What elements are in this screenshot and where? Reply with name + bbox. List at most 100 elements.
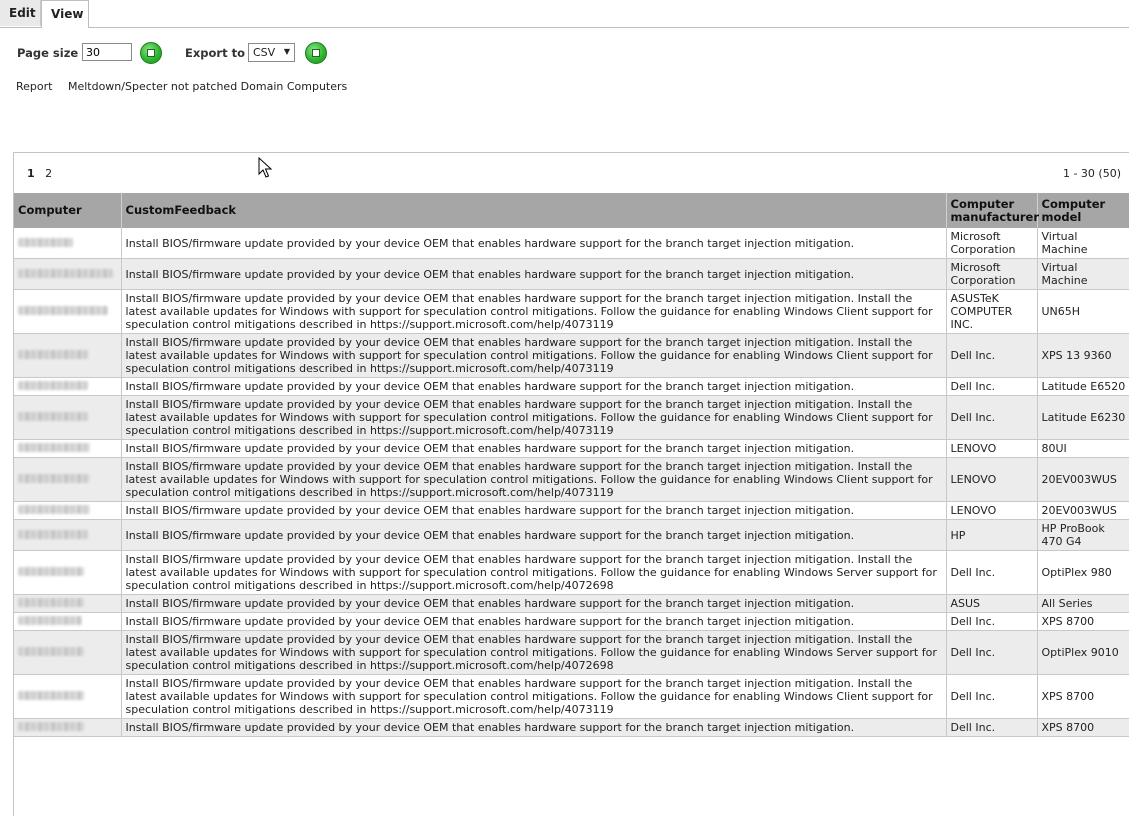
table-body: Install BIOS/firmware update provided by… — [14, 228, 1129, 737]
customfeedback-cell: Install BIOS/firmware update provided by… — [121, 612, 947, 631]
computer-cell — [14, 395, 122, 440]
redacted-computer-name — [18, 474, 90, 483]
column-header-manufacturer[interactable]: Computer manufacturer — [946, 193, 1039, 228]
manufacturer-cell: HP — [946, 519, 1038, 551]
report-label: Report — [16, 80, 53, 93]
manufacturer-cell: LENOVO — [946, 501, 1038, 520]
table-row[interactable]: Install BIOS/firmware update provided by… — [14, 718, 1129, 737]
computer-cell — [14, 258, 122, 290]
model-cell: XPS 8700 — [1037, 674, 1129, 719]
manufacturer-cell: Microsoft Corporation — [946, 258, 1038, 290]
customfeedback-cell: Install BIOS/firmware update provided by… — [121, 289, 947, 334]
table-row[interactable]: Install BIOS/firmware update provided by… — [14, 519, 1129, 551]
redacted-computer-name — [18, 722, 84, 731]
table-row[interactable]: Install BIOS/firmware update provided by… — [14, 550, 1129, 595]
customfeedback-cell: Install BIOS/firmware update provided by… — [121, 718, 947, 737]
model-cell: Latitude E6520 — [1037, 377, 1129, 396]
model-cell: All Series — [1037, 594, 1129, 613]
manufacturer-cell: LENOVO — [946, 457, 1038, 502]
page-link-1[interactable]: 1 — [27, 167, 35, 180]
export-label: Export to — [185, 46, 245, 60]
redacted-computer-name — [18, 306, 108, 315]
manufacturer-cell: ASUS — [946, 594, 1038, 613]
model-cell: HP ProBook 470 G4 — [1037, 519, 1129, 551]
customfeedback-cell: Install BIOS/firmware update provided by… — [121, 457, 947, 502]
go-button-icon — [147, 49, 155, 57]
pagination: 1 2 — [27, 167, 59, 180]
column-header-customfeedback[interactable]: CustomFeedback — [121, 193, 947, 228]
model-cell: 20EV003WUS — [1037, 501, 1129, 520]
computer-cell — [14, 718, 122, 737]
table-row[interactable]: Install BIOS/firmware update provided by… — [14, 501, 1129, 520]
computer-cell — [14, 501, 122, 520]
model-cell: OptiPlex 9010 — [1037, 630, 1129, 675]
customfeedback-cell: Install BIOS/firmware update provided by… — [121, 550, 947, 595]
customfeedback-cell: Install BIOS/firmware update provided by… — [121, 377, 947, 396]
manufacturer-cell: Dell Inc. — [946, 674, 1038, 719]
computer-cell — [14, 612, 122, 631]
redacted-computer-name — [18, 529, 88, 539]
manufacturer-cell: LENOVO — [946, 439, 1038, 458]
redacted-computer-name — [18, 647, 84, 656]
column-header-model[interactable]: Computer model — [1037, 193, 1129, 228]
table-row[interactable]: Install BIOS/firmware update provided by… — [14, 439, 1129, 458]
customfeedback-cell: Install BIOS/firmware update provided by… — [121, 439, 947, 458]
export-format-select[interactable]: CSV ▼ — [248, 43, 295, 62]
model-cell: 80UI — [1037, 439, 1129, 458]
report-grid-panel: 1 2 1 - 30 (50) Computer CustomFeedback … — [13, 152, 1129, 816]
mouse-pointer-icon — [258, 157, 273, 178]
table-header-row: Computer CustomFeedback Computer manufac… — [14, 193, 1129, 228]
tab-view[interactable]: View — [41, 0, 89, 28]
redacted-computer-name — [18, 412, 88, 421]
redacted-computer-name — [18, 381, 88, 390]
model-cell: Virtual Machine — [1037, 228, 1129, 259]
customfeedback-cell: Install BIOS/firmware update provided by… — [121, 594, 947, 613]
computer-cell — [14, 228, 122, 259]
table-row[interactable]: Install BIOS/firmware update provided by… — [14, 377, 1129, 396]
redacted-computer-name — [18, 443, 90, 452]
page-link-2[interactable]: 2 — [45, 167, 52, 180]
column-header-computer[interactable]: Computer — [14, 193, 122, 228]
page-size-label: Page size — [17, 46, 79, 60]
customfeedback-cell: Install BIOS/firmware update provided by… — [121, 228, 947, 259]
computer-cell — [14, 674, 122, 719]
redacted-computer-name — [18, 268, 113, 278]
page-size-input[interactable] — [82, 43, 132, 61]
redacted-computer-name — [18, 505, 90, 514]
customfeedback-cell: Install BIOS/firmware update provided by… — [121, 333, 947, 378]
manufacturer-cell: Dell Inc. — [946, 630, 1038, 675]
table-row[interactable]: Install BIOS/firmware update provided by… — [14, 289, 1129, 334]
tab-bar: Edit View — [0, 0, 1129, 28]
model-cell: UN65H — [1037, 289, 1129, 334]
table-row[interactable]: Install BIOS/firmware update provided by… — [14, 258, 1129, 290]
table-row[interactable]: Install BIOS/firmware update provided by… — [14, 630, 1129, 675]
manufacturer-cell: Dell Inc. — [946, 395, 1038, 440]
table-row[interactable]: Install BIOS/firmware update provided by… — [14, 594, 1129, 613]
redacted-computer-name — [18, 350, 88, 359]
table-row[interactable]: Install BIOS/firmware update provided by… — [14, 395, 1129, 440]
redacted-computer-name — [18, 567, 84, 576]
report-info: Report Meltdown/Specter not patched Doma… — [16, 80, 347, 93]
customfeedback-cell: Install BIOS/firmware update provided by… — [121, 674, 947, 719]
export-go-button[interactable] — [305, 42, 327, 64]
page-size-go-button[interactable] — [140, 42, 162, 64]
tab-edit[interactable]: Edit — [0, 0, 41, 26]
manufacturer-cell: Microsoft Corporation — [946, 228, 1038, 259]
computer-cell — [14, 594, 122, 613]
report-name: Meltdown/Specter not patched Domain Comp… — [67, 80, 348, 93]
table-row[interactable]: Install BIOS/firmware update provided by… — [14, 674, 1129, 719]
manufacturer-cell: Dell Inc. — [946, 550, 1038, 595]
table-row[interactable]: Install BIOS/firmware update provided by… — [14, 333, 1129, 378]
model-cell: XPS 8700 — [1037, 718, 1129, 737]
computer-cell — [14, 519, 122, 551]
go-button-icon — [312, 49, 320, 57]
model-cell: XPS 8700 — [1037, 612, 1129, 631]
table-row[interactable]: Install BIOS/firmware update provided by… — [14, 612, 1129, 631]
computer-cell — [14, 289, 122, 334]
model-cell: XPS 13 9360 — [1037, 333, 1129, 378]
table-row[interactable]: Install BIOS/firmware update provided by… — [14, 228, 1129, 259]
chevron-down-icon: ▼ — [283, 47, 290, 56]
table-row[interactable]: Install BIOS/firmware update provided by… — [14, 457, 1129, 502]
manufacturer-cell: Dell Inc. — [946, 333, 1038, 378]
customfeedback-cell: Install BIOS/firmware update provided by… — [121, 258, 947, 290]
